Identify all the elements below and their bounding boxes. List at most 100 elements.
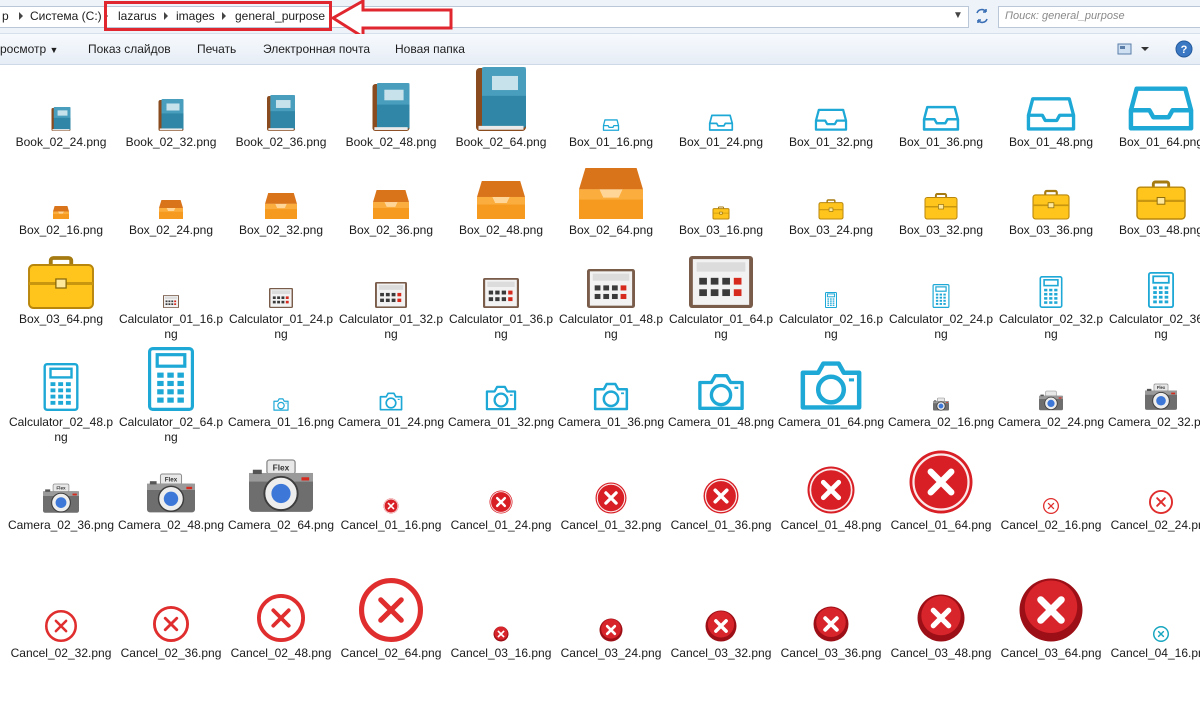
file-name-label: Cancel_01_32.png [560, 518, 662, 532]
cancel-dark-icon [666, 575, 776, 642]
file-name-label: Calculator_02_64.png [118, 415, 224, 444]
camera-icon [886, 343, 996, 411]
new-folder-button[interactable]: Новая папка [395, 42, 465, 56]
file-name-label: Calculator_02_24.png [888, 312, 994, 341]
breadcrumb-item-drive[interactable]: Система (C:) [30, 9, 102, 23]
camera-icon: Flex [116, 446, 226, 514]
cancel-teal-icon [1106, 575, 1200, 643]
print-button[interactable]: Печать [197, 42, 236, 56]
help-icon[interactable]: ? [1172, 39, 1196, 59]
file-name-label: Box_03_32.png [898, 223, 984, 237]
cancel-filled-icon [666, 446, 776, 514]
orange-tray-icon [556, 152, 666, 219]
cancel-dark-icon [446, 575, 556, 642]
toolbox-icon [1106, 152, 1200, 220]
inbox-tray-icon [556, 64, 666, 131]
breadcrumb-item-computer[interactable]: р [2, 9, 9, 23]
calculator-outline-icon [116, 343, 226, 411]
file-name-label: Box_02_64.png [568, 223, 654, 237]
calculator-icon [336, 240, 446, 308]
search-box [998, 6, 1200, 28]
file-name-label: Book_02_48.png [345, 135, 437, 149]
calculator-outline-icon [776, 240, 886, 308]
cancel-outline-icon [116, 575, 226, 642]
book-icon [336, 64, 446, 131]
camera-icon: Flex [6, 446, 116, 514]
calculator-icon [446, 240, 556, 308]
file-name-label: Box_02_32.png [238, 223, 324, 237]
file-name-label: Cancel_02_48.png [230, 646, 332, 660]
file-name-label: Box_01_32.png [788, 135, 874, 149]
cancel-filled-icon [446, 446, 556, 514]
inbox-tray-icon [996, 64, 1106, 131]
camera-icon [996, 343, 1106, 411]
file-name-label: Cancel_01_48.png [780, 518, 882, 532]
cancel-filled-icon [336, 446, 446, 514]
file-name-label: Book_02_64.png [455, 135, 547, 149]
svg-text:Flex: Flex [273, 462, 290, 472]
toolbox-icon [886, 152, 996, 220]
calculator-icon [666, 240, 776, 308]
file-name-label: Box_03_48.png [1118, 223, 1200, 237]
file-name-label: Camera_02_48.png [117, 518, 225, 532]
file-name-label: Cancel_03_36.png [780, 646, 882, 660]
calculator-outline-icon [6, 343, 116, 411]
svg-text:Flex: Flex [165, 477, 178, 484]
toolbox-icon [666, 152, 776, 220]
camera-outline-icon [666, 343, 776, 411]
file-name-label: Box_02_24.png [128, 223, 214, 237]
preview-button[interactable]: росмотр ▼ [0, 42, 58, 56]
refresh-icon[interactable] [971, 6, 993, 26]
file-name-label: Box_03_16.png [678, 223, 764, 237]
cancel-dark-icon [776, 575, 886, 642]
file-name-label: Calculator_01_16.png [118, 312, 224, 341]
email-button[interactable]: Электронная почта [263, 42, 370, 56]
view-options-icon[interactable] [1117, 41, 1161, 57]
cancel-filled-icon [886, 446, 996, 514]
file-name-label: Cancel_02_24.png [1110, 518, 1200, 532]
file-name-label: Camera_01_16.png [227, 415, 335, 429]
file-name-label: Box_01_24.png [678, 135, 764, 149]
file-name-label: Cancel_02_36.png [120, 646, 222, 660]
file-name-label: Cancel_03_48.png [890, 646, 992, 660]
file-name-label: Box_03_24.png [788, 223, 874, 237]
cancel-filled-icon [776, 446, 886, 514]
inbox-tray-icon [1106, 64, 1200, 131]
toolbox-icon [6, 240, 116, 309]
file-name-label: Box_01_36.png [898, 135, 984, 149]
command-toolbar: росмотр ▼ Показ слайдов Печать Электронн… [0, 34, 1200, 65]
file-name-label: Box_01_48.png [1008, 135, 1094, 149]
calculator-icon [226, 240, 336, 308]
svg-text:?: ? [1181, 44, 1188, 56]
svg-text:Flex: Flex [56, 486, 66, 491]
file-name-label: Camera_02_36.png [7, 518, 115, 532]
cancel-outline-icon [226, 575, 336, 642]
camera-outline-icon [776, 343, 886, 411]
file-name-label: Cancel_03_16.png [450, 646, 552, 660]
camera-outline-icon [226, 343, 336, 411]
svg-text:Flex: Flex [1157, 385, 1166, 390]
camera-outline-icon [336, 343, 446, 411]
file-name-label: Calculator_01_48.png [558, 312, 664, 341]
address-dropdown-icon[interactable]: ▼ [953, 10, 963, 21]
file-name-label: Camera_01_64.png [777, 415, 885, 429]
toolbox-icon [996, 152, 1106, 220]
camera-outline-icon [446, 343, 556, 411]
file-name-label: Cancel_01_64.png [890, 518, 992, 532]
breadcrumb-separator-icon[interactable] [19, 12, 23, 20]
file-name-label: Calculator_01_36.png [448, 312, 554, 341]
file-name-label: Box_02_48.png [458, 223, 544, 237]
slideshow-button[interactable]: Показ слайдов [88, 42, 171, 56]
file-name-label: Camera_01_32.png [447, 415, 555, 429]
file-name-label: Book_02_36.png [235, 135, 327, 149]
file-name-label: Box_03_36.png [1008, 223, 1094, 237]
file-name-label: Box_02_36.png [348, 223, 434, 237]
calculator-outline-icon [886, 240, 996, 308]
file-name-label: Cancel_01_36.png [670, 518, 772, 532]
cancel-outline-icon [6, 575, 116, 643]
search-input[interactable] [1003, 9, 1197, 23]
calculator-icon [116, 240, 226, 308]
camera-outline-icon [556, 343, 666, 411]
file-name-label: Cancel_02_16.png [1000, 518, 1102, 532]
cancel-dark-icon [996, 575, 1106, 642]
